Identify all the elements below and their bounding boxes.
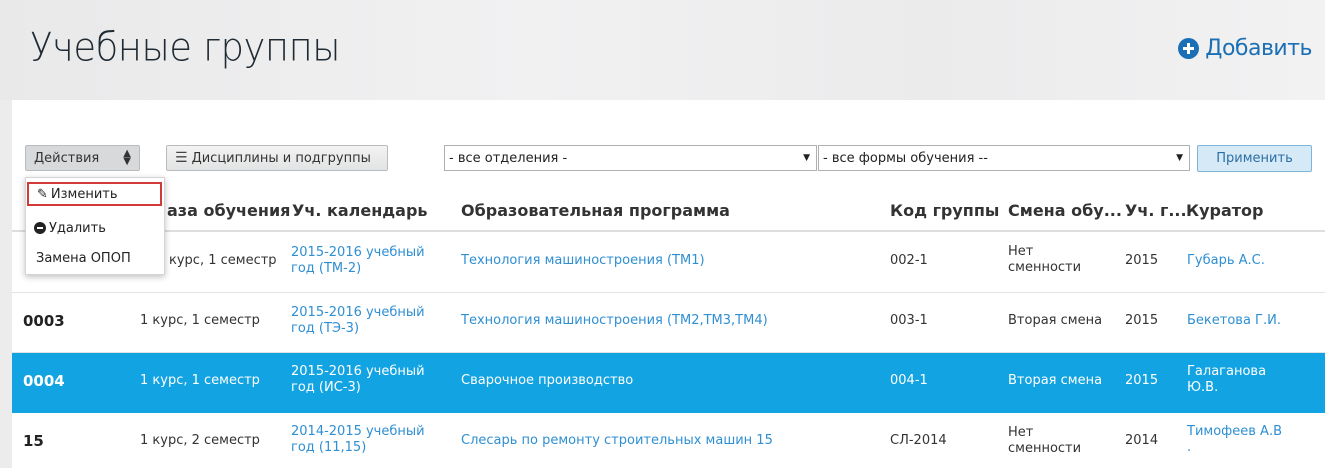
- column-header-phase[interactable]: аза обучения: [167, 201, 290, 220]
- add-label: Добавить: [1205, 36, 1312, 61]
- group-code-cell: 004-1: [890, 373, 928, 388]
- curator-link[interactable]: Тимофеев А.В .: [1187, 424, 1282, 456]
- curator-link[interactable]: Галаганова Ю.В.: [1187, 364, 1266, 396]
- table-row[interactable]: 15 1 курс, 2 семестр 2014-2015 учебный г…: [12, 413, 1325, 468]
- disciplines-button[interactable]: ☰ Дисциплины и подгруппы: [166, 145, 388, 171]
- calendar-link[interactable]: 2015-2016 учебный год (ТМ-2): [291, 245, 425, 277]
- pencil-icon: ✎: [37, 186, 48, 202]
- calendar-link[interactable]: 2014-2015 учебный год (11,15): [291, 424, 425, 456]
- column-header-shift[interactable]: Смена обу...: [1008, 201, 1122, 220]
- plus-circle-icon: [1178, 38, 1200, 59]
- shift-cell: Вторая смена: [1008, 313, 1103, 328]
- group-number: 15: [23, 432, 44, 450]
- table-row[interactable]: курс, 1 семестр 2015-2016 учебный год (Т…: [12, 232, 1325, 292]
- actions-button[interactable]: Действия ▲ ▼: [25, 145, 140, 171]
- group-code-cell: 002-1: [890, 253, 928, 268]
- minus-circle-icon: [34, 222, 46, 234]
- phase-cell: 1 курс, 2 семестр: [140, 433, 260, 448]
- year-cell: 2015: [1125, 373, 1159, 388]
- program-link[interactable]: Слесарь по ремонту строительных машин 15: [461, 433, 773, 449]
- group-code-cell: СЛ-2014: [890, 433, 947, 448]
- calendar-link[interactable]: 2015-2016 учебный год (ИС-3): [291, 364, 425, 396]
- table-row-selected[interactable]: 0004 1 курс, 1 семестр 2015-2016 учебный…: [12, 353, 1325, 413]
- column-header-year[interactable]: Уч. г...: [1125, 201, 1187, 220]
- curator-link[interactable]: Бекетова Г.И.: [1187, 313, 1281, 329]
- shift-cell: Нет сменности: [1008, 425, 1082, 456]
- department-select[interactable]: - все отделения - ▼: [444, 145, 817, 171]
- list-icon: ☰: [175, 150, 188, 166]
- menu-item-label: Замена ОПОП: [36, 250, 131, 266]
- study-form-select-value: - все формы обучения --: [823, 150, 988, 166]
- program-link[interactable]: Технология машиностроения (ТМ2,ТМ3,ТМ4): [461, 313, 768, 329]
- department-select-value: - все отделения -: [449, 150, 568, 166]
- phase-cell: курс, 1 семестр: [169, 253, 277, 268]
- program-link[interactable]: Сварочное производство: [461, 373, 633, 389]
- group-number: 0003: [23, 312, 65, 330]
- shift-cell: Вторая смена: [1008, 373, 1103, 388]
- apply-button[interactable]: Применить: [1197, 145, 1312, 172]
- actions-label: Действия: [34, 150, 100, 166]
- program-link[interactable]: Технология машиностроения (ТМ1): [461, 253, 705, 269]
- year-cell: 2014: [1125, 433, 1159, 448]
- page-title: Учебные группы: [30, 24, 341, 71]
- menu-item-label: Изменить: [50, 186, 118, 202]
- chevron-down-icon: ▼: [1176, 153, 1183, 163]
- actions-menu: ✎ Изменить Удалить Замена ОПОП: [25, 177, 165, 275]
- study-form-select[interactable]: - все формы обучения -- ▼: [818, 145, 1190, 171]
- add-button[interactable]: Добавить: [1178, 36, 1312, 61]
- menu-item-delete[interactable]: Удалить: [26, 216, 164, 240]
- group-code-cell: 003-1: [890, 313, 928, 328]
- left-gutter: [0, 100, 12, 468]
- chevron-down-icon: ▼: [803, 153, 810, 163]
- sort-caret-icon: ▲ ▼: [123, 148, 131, 167]
- year-cell: 2015: [1125, 253, 1159, 268]
- column-header-curator[interactable]: Куратор: [1186, 201, 1263, 220]
- menu-item-label: Удалить: [49, 220, 106, 236]
- table-row[interactable]: 0003 1 курс, 1 семестр 2015-2016 учебный…: [12, 293, 1325, 353]
- group-number: 0004: [23, 372, 65, 390]
- curator-link[interactable]: Губарь А.С.: [1187, 253, 1265, 269]
- year-cell: 2015: [1125, 313, 1159, 328]
- column-header-group-code[interactable]: Код группы: [890, 201, 999, 220]
- menu-item-edit[interactable]: ✎ Изменить: [27, 182, 162, 206]
- menu-item-replace-program[interactable]: Замена ОПОП: [26, 246, 164, 270]
- disciplines-label: Дисциплины и подгруппы: [191, 150, 371, 166]
- column-header-calendar[interactable]: Уч. календарь: [292, 201, 428, 220]
- shift-cell: Нет сменности: [1008, 244, 1082, 275]
- calendar-link[interactable]: 2015-2016 учебный год (ТЭ-3): [291, 305, 425, 337]
- phase-cell: 1 курс, 1 семестр: [140, 313, 260, 328]
- column-header-program[interactable]: Образовательная программа: [461, 201, 730, 220]
- phase-cell: 1 курс, 1 семестр: [140, 373, 260, 388]
